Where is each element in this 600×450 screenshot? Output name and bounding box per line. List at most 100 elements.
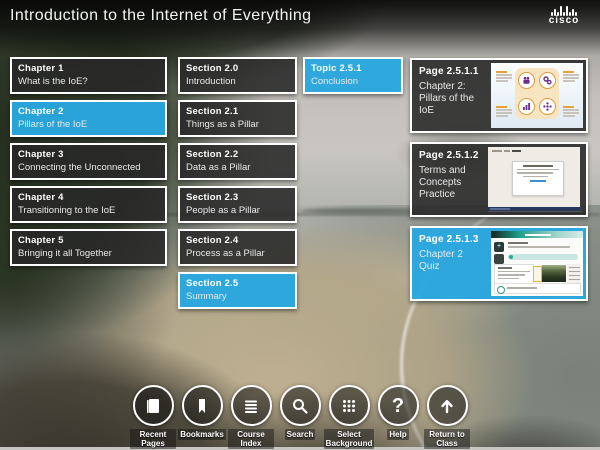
pillar-note — [496, 71, 512, 83]
return-to-class-button[interactable]: Return to Class — [424, 385, 470, 449]
chapter-title: Chapter 4 — [18, 192, 159, 203]
question-mark-icon: ? — [378, 385, 419, 426]
search-button[interactable]: Search — [277, 385, 323, 449]
quiz-page-thumbnail: + — [491, 231, 583, 296]
page-2-5-1-1-item[interactable]: Page 2.5.1.1 Chapter 2: Pillars of the I… — [410, 58, 588, 133]
select-background-button[interactable]: Select Background — [326, 385, 372, 449]
practice-page-thumbnail — [488, 147, 583, 212]
list-lines-icon — [231, 385, 272, 426]
chapter-1-item[interactable]: Chapter 1 What is the IoE? — [10, 57, 167, 94]
section-2-5-item[interactable]: Section 2.5 Summary — [178, 272, 297, 309]
section-subtitle: Summary — [186, 291, 289, 302]
section-2-0-item[interactable]: Section 2.0 Introduction — [178, 57, 297, 94]
topics-column: Topic 2.5.1 Conclusion — [303, 57, 403, 94]
cisco-logo: cisco — [541, 5, 587, 26]
section-title: Section 2.3 — [186, 192, 289, 203]
up-arrow-icon — [427, 385, 468, 426]
chapters-column: Chapter 1 What is the IoE? Chapter 2 Pil… — [10, 57, 167, 266]
tool-label: Return to Class — [424, 429, 470, 449]
page-title: Introduction to the Internet of Everythi… — [10, 7, 311, 25]
bottom-toolbar: Recent Pages Bookmarks Course Index Sear… — [130, 385, 470, 449]
recent-pages-icon — [133, 385, 174, 426]
pages-column: Page 2.5.1.1 Chapter 2: Pillars of the I… — [410, 58, 588, 301]
quiz-add-icon: + — [494, 242, 504, 252]
practice-dialog — [512, 161, 564, 196]
chapter-title: Chapter 2 — [18, 106, 159, 117]
page-title: Page 2.5.1.2 — [419, 150, 481, 161]
section-subtitle: Data as a Pillar — [186, 162, 289, 173]
quiz-selection-outline — [533, 266, 542, 282]
page-item-text: Page 2.5.1.1 Chapter 2: Pillars of the I… — [412, 60, 488, 131]
topic-title: Topic 2.5.1 — [311, 63, 395, 74]
course-navigation-screen: Introduction to the Internet of Everythi… — [0, 0, 600, 450]
bookmark-icon — [182, 385, 223, 426]
chapter-title: Chapter 1 — [18, 63, 159, 74]
chapter-subtitle: What is the IoE? — [18, 76, 159, 87]
section-2-2-item[interactable]: Section 2.2 Data as a Pillar — [178, 143, 297, 180]
page-title: Page 2.5.1.1 — [419, 66, 484, 77]
section-title: Section 2.1 — [186, 106, 289, 117]
quiz-tool-icon — [494, 254, 504, 264]
page-2-5-1-3-item[interactable]: Page 2.5.1.3 Chapter 2 Quiz + — [410, 226, 588, 301]
topic-2-5-1-item[interactable]: Topic 2.5.1 Conclusion — [303, 57, 403, 94]
tool-label: Help — [387, 429, 408, 440]
process-pillar-icon — [539, 72, 556, 89]
header-bar: Introduction to the Internet of Everythi… — [0, 0, 600, 56]
chapter-title: Chapter 5 — [18, 235, 159, 246]
section-subtitle: People as a Pillar — [186, 205, 289, 216]
section-title: Section 2.4 — [186, 235, 289, 246]
data-pillar-icon — [518, 98, 535, 115]
tool-label: Course Index — [228, 429, 274, 449]
help-button[interactable]: ? Help — [375, 385, 421, 449]
quiz-answer-pill — [508, 254, 578, 260]
page-subtitle: Chapter 2: Pillars of the IoE — [419, 81, 484, 117]
bookmarks-button[interactable]: Bookmarks — [179, 385, 225, 449]
sections-column: Section 2.0 Introduction Section 2.1 Thi… — [178, 57, 297, 309]
pillar-note — [563, 71, 579, 83]
page-2-5-1-2-item[interactable]: Page 2.5.1.2 Terms and Concepts Practice — [410, 142, 588, 217]
quiz-step-label — [508, 242, 528, 244]
section-subtitle: Introduction — [186, 76, 289, 87]
chapter-subtitle: Transitioning to the IoE — [18, 205, 159, 216]
chapter-title: Chapter 3 — [18, 149, 159, 160]
section-2-3-item[interactable]: Section 2.3 People as a Pillar — [178, 186, 297, 223]
page-subtitle: Terms and Concepts Practice — [419, 165, 481, 201]
section-2-1-item[interactable]: Section 2.1 Things as a Pillar — [178, 100, 297, 137]
cisco-logo-text: cisco — [541, 16, 587, 26]
quiz-photo — [542, 265, 566, 282]
chapter-subtitle: Bringing it all Together — [18, 248, 159, 259]
thumb-header-lines — [492, 150, 521, 152]
magnifier-icon — [280, 385, 321, 426]
thumb-footer-bar — [488, 207, 580, 211]
dot-grid-icon — [329, 385, 370, 426]
section-title: Section 2.0 — [186, 63, 289, 74]
course-index-button[interactable]: Course Index — [228, 385, 274, 449]
chapter-subtitle: Connecting the Unconnected — [18, 162, 159, 173]
section-subtitle: Things as a Pillar — [186, 119, 289, 130]
section-title: Section 2.2 — [186, 149, 289, 160]
page-title: Page 2.5.1.3 — [419, 234, 484, 245]
chapter-2-item[interactable]: Chapter 2 Pillars of the IoE — [10, 100, 167, 137]
tool-label: Select Background — [324, 429, 375, 449]
things-pillar-icon — [539, 98, 556, 115]
section-title: Section 2.5 — [186, 278, 289, 289]
chapter-4-item[interactable]: Chapter 4 Transitioning to the IoE — [10, 186, 167, 223]
pillar-note — [563, 106, 579, 118]
page-item-text: Page 2.5.1.2 Terms and Concepts Practice — [412, 144, 485, 215]
topic-subtitle: Conclusion — [311, 76, 395, 87]
people-pillar-icon — [518, 72, 535, 89]
page-item-text: Page 2.5.1.3 Chapter 2 Quiz — [412, 228, 488, 299]
section-2-4-item[interactable]: Section 2.4 Process as a Pillar — [178, 229, 297, 266]
chapter-5-item[interactable]: Chapter 5 Bringing it all Together — [10, 229, 167, 266]
chapter-3-item[interactable]: Chapter 3 Connecting the Unconnected — [10, 143, 167, 180]
quiz-header-bar — [491, 231, 583, 238]
chapter-subtitle: Pillars of the IoE — [18, 119, 159, 130]
tool-label: Search — [285, 429, 316, 440]
pillars-diagram — [515, 68, 559, 119]
pillars-diagram-thumbnail — [491, 63, 583, 128]
page-subtitle: Chapter 2 Quiz — [419, 249, 484, 273]
tool-label: Recent Pages — [130, 429, 176, 449]
pillar-note — [496, 106, 512, 118]
recent-pages-button[interactable]: Recent Pages — [130, 385, 176, 449]
quiz-bottom-row — [494, 283, 581, 294]
